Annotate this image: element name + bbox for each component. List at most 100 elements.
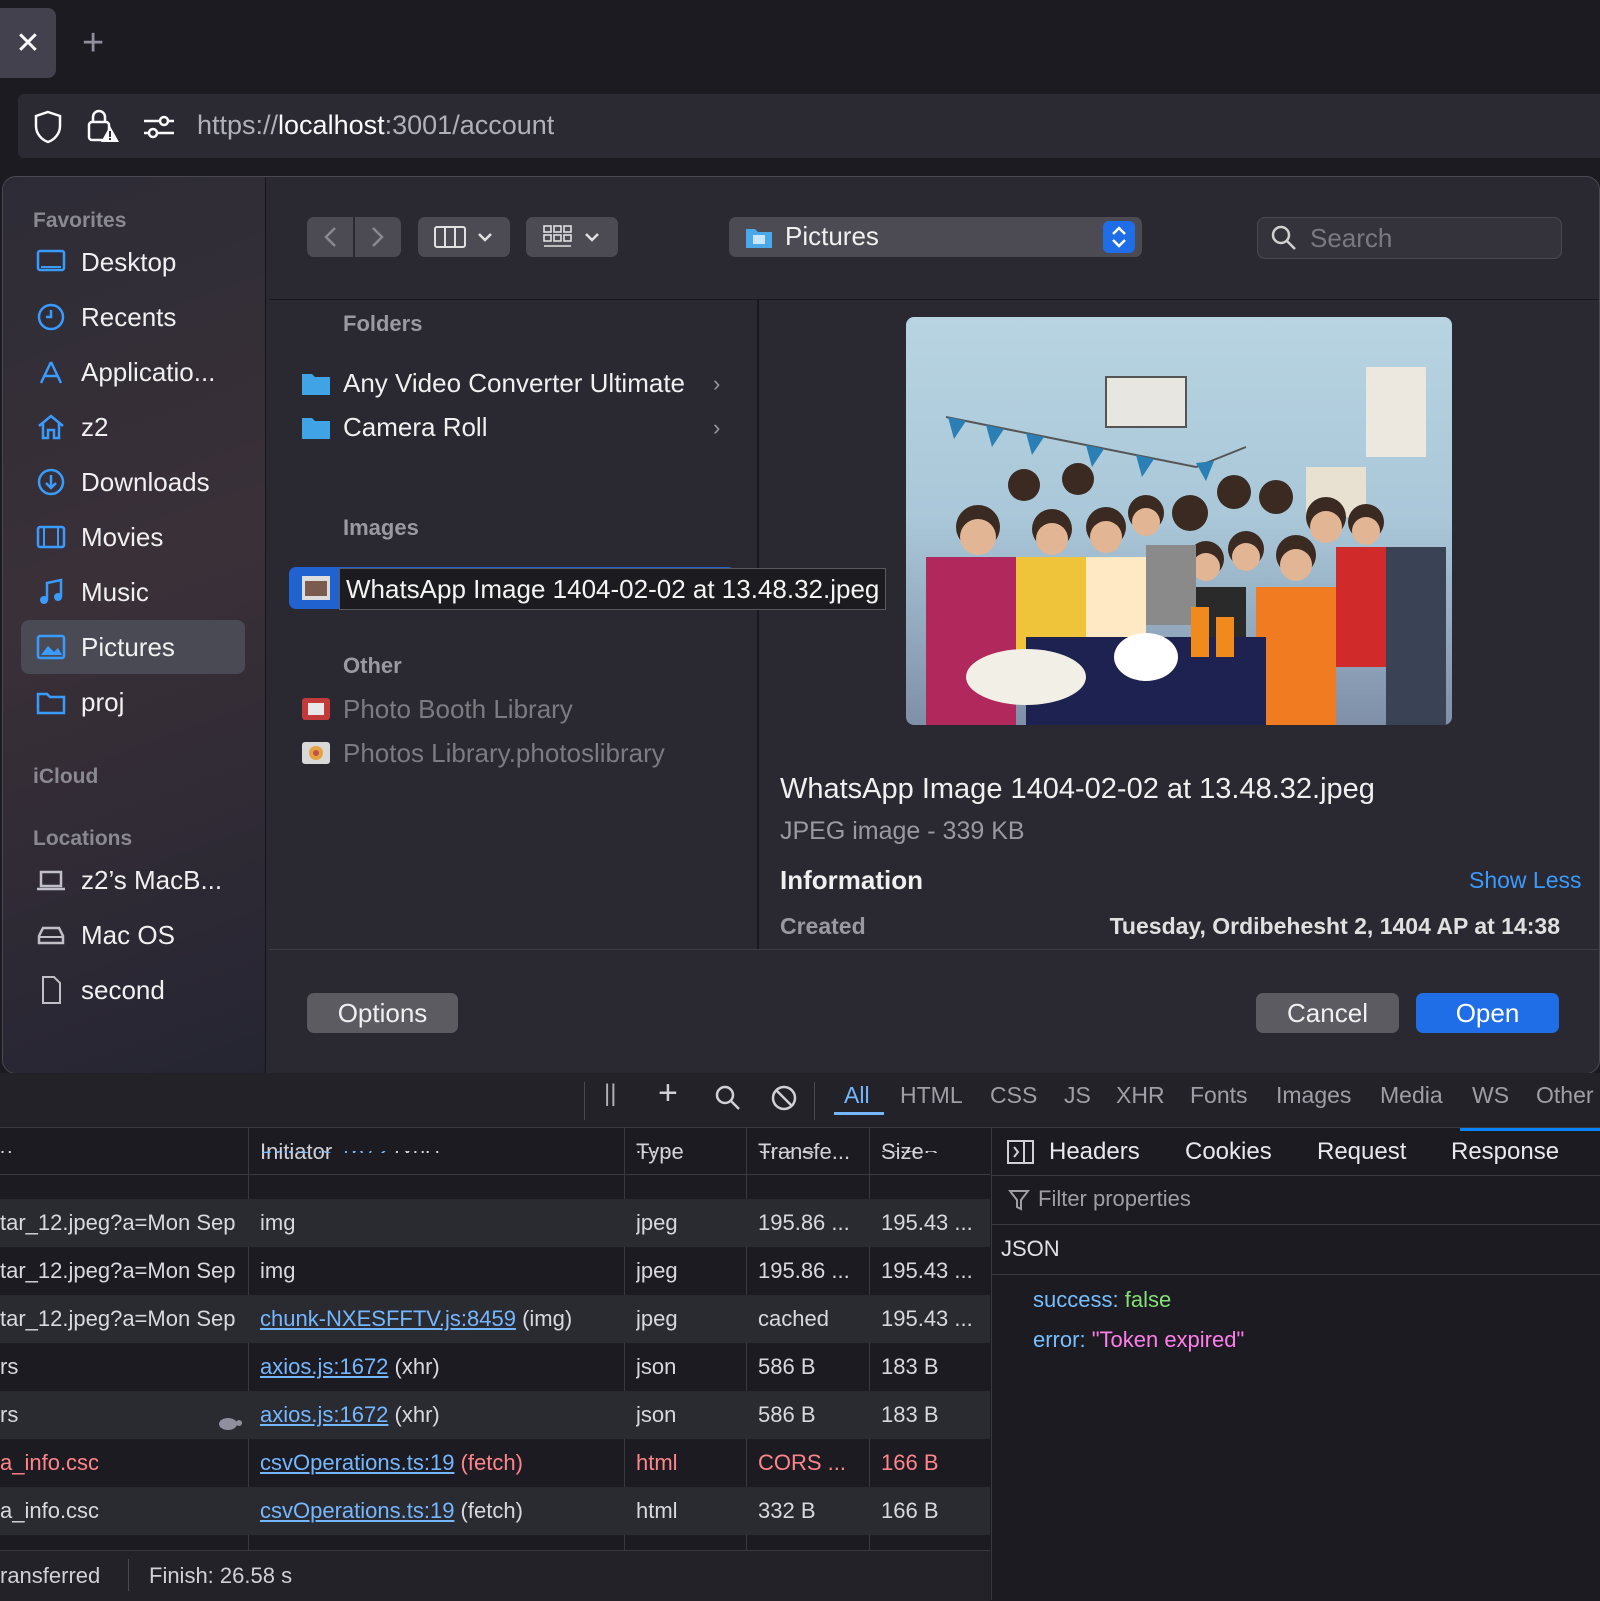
forward-button[interactable]: [355, 217, 401, 257]
tab-response[interactable]: Response: [1451, 1128, 1559, 1175]
photos-library-icon: [302, 742, 330, 764]
plus-icon[interactable]: +: [658, 1074, 678, 1113]
turtle-icon: [219, 1418, 242, 1430]
block-icon[interactable]: [770, 1084, 798, 1112]
initiator-link[interactable]: axios.js:1672: [260, 1354, 388, 1379]
request-row[interactable]: tar_12.jpeg?a=Mon Sep chunk-NXESFFTV.js:8…: [0, 1295, 990, 1343]
request-row[interactable]: n axios.js:1672 (xhr) json 962 B 558 B: [0, 1151, 990, 1175]
view-columns-button[interactable]: [418, 217, 510, 257]
initiator-link[interactable]: csvOperations.ts:19: [260, 1498, 454, 1523]
close-tab-button[interactable]: ✕: [0, 8, 56, 78]
location-popup[interactable]: Pictures: [729, 217, 1142, 257]
search-icon: [1271, 225, 1296, 250]
json-key: error:: [1033, 1327, 1086, 1352]
request-transferred: 195.86 ...: [758, 1258, 850, 1283]
initiator-link[interactable]: chunk-NXESFFTV.js:8459: [260, 1306, 516, 1331]
sidebar-item-music[interactable]: Music: [21, 565, 245, 619]
chevron-down-icon: [478, 233, 492, 242]
options-button[interactable]: Options: [307, 993, 458, 1033]
request-initiator[interactable]: axios.js:1672 (xhr): [260, 1343, 620, 1391]
search-icon[interactable]: [714, 1084, 742, 1112]
selected-file-name[interactable]: WhatsApp Image 1404-02-02 at 13.48.32.jp…: [339, 568, 887, 610]
cancel-button[interactable]: Cancel: [1256, 993, 1399, 1033]
request-initiator[interactable]: csvOperations.ts:19 (fetch): [260, 1439, 620, 1487]
filter-xhr[interactable]: XHR: [1116, 1082, 1165, 1109]
request-initiator: img: [260, 1247, 620, 1295]
pause-icon[interactable]: ||: [604, 1080, 616, 1108]
sidebar-item-downloads[interactable]: Downloads: [21, 455, 245, 509]
request-size: 183 B: [881, 1354, 939, 1379]
permissions-icon[interactable]: [142, 112, 176, 142]
sidebar-item-z2[interactable]: z2: [21, 400, 245, 454]
request-initiator[interactable]: chunk-NXESFFTV.js:8459 (img): [260, 1295, 620, 1343]
folder-row-camera-roll[interactable]: Camera Roll: [301, 405, 488, 449]
lock-warning-icon[interactable]: [86, 108, 120, 144]
new-tab-button[interactable]: +: [82, 22, 104, 65]
filter-ws[interactable]: WS: [1472, 1082, 1509, 1109]
request-type: html: [636, 1498, 678, 1523]
folder-row-any-video-converter[interactable]: Any Video Converter Ultimate: [301, 361, 685, 405]
search-field[interactable]: Search: [1257, 217, 1562, 259]
filter-css[interactable]: CSS: [990, 1082, 1037, 1109]
request-row[interactable]: a_info.csc csvOperations.ts:19 (fetch) htm…: [0, 1439, 990, 1487]
request-file: a_info.csc: [0, 1498, 100, 1523]
request-row[interactable]: rs axios.js:1672 (xhr) json 586 B 183 B: [0, 1391, 990, 1439]
request-row[interactable]: tar_12.jpeg?a=Mon Sep img jpeg 195.86 ... 19…: [0, 1199, 990, 1247]
sidebar-item-applicatio[interactable]: Applicatio...: [21, 345, 245, 399]
request-type: json: [636, 1402, 677, 1427]
active-tab-indicator: [1460, 1128, 1600, 1131]
request-row[interactable]: a_info.csc csvOperations.ts:19 (fetch) htm…: [0, 1487, 990, 1535]
other-row-photo-booth[interactable]: Photo Booth Library: [301, 687, 573, 731]
sidebar-item-pictures[interactable]: Pictures: [21, 620, 245, 674]
request-row[interactable]: tar_12.jpeg?a=Mon Sep img jpeg 195.86 ... 19…: [0, 1247, 990, 1295]
initiator-link[interactable]: axios.js:1672: [260, 1151, 388, 1153]
filter-html[interactable]: HTML: [900, 1082, 963, 1109]
other-row-photos-library[interactable]: Photos Library.photoslibrary: [301, 731, 665, 775]
request-initiator[interactable]: axios.js:1672 (xhr): [260, 1391, 620, 1439]
json-prop-success: success: false: [1033, 1280, 1171, 1320]
tab-cookies[interactable]: Cookies: [1185, 1128, 1272, 1175]
filter-media[interactable]: Media: [1380, 1082, 1443, 1109]
sidebar-item-recents[interactable]: Recents: [21, 290, 245, 344]
columns-view-icon: [434, 226, 466, 248]
filter-all[interactable]: All: [844, 1082, 870, 1109]
sidebar-item-proj[interactable]: proj: [21, 675, 245, 729]
initiator-link[interactable]: csvOperations.ts:19: [260, 1450, 454, 1475]
request-transferred: 962 B: [758, 1151, 864, 1153]
pictures-icon: [35, 631, 67, 663]
request-transferred: 195.86 ...: [758, 1210, 850, 1235]
sidebar-item-movies[interactable]: Movies: [21, 510, 245, 564]
json-value: false: [1124, 1287, 1172, 1312]
sidebar-item-label: Mac OS: [81, 919, 175, 950]
shield-icon[interactable]: [33, 110, 63, 144]
filter-js[interactable]: JS: [1064, 1082, 1091, 1109]
filter-fonts[interactable]: Fonts: [1190, 1082, 1248, 1109]
back-button[interactable]: [307, 217, 353, 257]
initiator-link[interactable]: axios.js:1672: [260, 1402, 388, 1427]
json-section-label[interactable]: JSON: [1001, 1236, 1060, 1262]
open-button[interactable]: Open: [1416, 993, 1559, 1033]
request-file: rs: [0, 1354, 19, 1379]
sidebar-item-mac-os[interactable]: Mac OS: [21, 908, 245, 962]
tab-headers[interactable]: Headers: [1049, 1128, 1140, 1175]
request-initiator[interactable]: axios.js:1672 (xhr): [260, 1151, 620, 1153]
sidebar-item-z2-s-macb[interactable]: z2’s MacB...: [21, 853, 245, 907]
filter-other[interactable]: Other: [1536, 1082, 1594, 1109]
close-icon: ✕: [15, 26, 41, 60]
url-text[interactable]: https://localhost:3001/account: [197, 110, 554, 141]
request-row[interactable]: rs axios.js:1672 (xhr) json 586 B 183 B: [0, 1343, 990, 1391]
toggle-sidebar-icon[interactable]: [1006, 1138, 1036, 1166]
tab-request[interactable]: Request: [1317, 1128, 1406, 1175]
applications-icon: [35, 356, 67, 388]
group-by-button[interactable]: [526, 217, 618, 257]
request-initiator[interactable]: csvOperations.ts:19 (fetch): [260, 1487, 620, 1535]
preview-kind: JPEG image - 339 KB: [780, 817, 1025, 845]
request-size: 166 B: [881, 1498, 939, 1523]
filter-properties-input[interactable]: Filter properties: [1038, 1186, 1191, 1212]
network-status-bar: ransferred Finish: 26.58 s: [0, 1550, 990, 1601]
sidebar-item-second[interactable]: second: [21, 963, 245, 1017]
filter-images[interactable]: Images: [1276, 1082, 1351, 1109]
toolbar-separator: [584, 1082, 585, 1120]
sidebar-item-desktop[interactable]: Desktop: [21, 235, 245, 289]
request-file: rs: [0, 1402, 19, 1427]
